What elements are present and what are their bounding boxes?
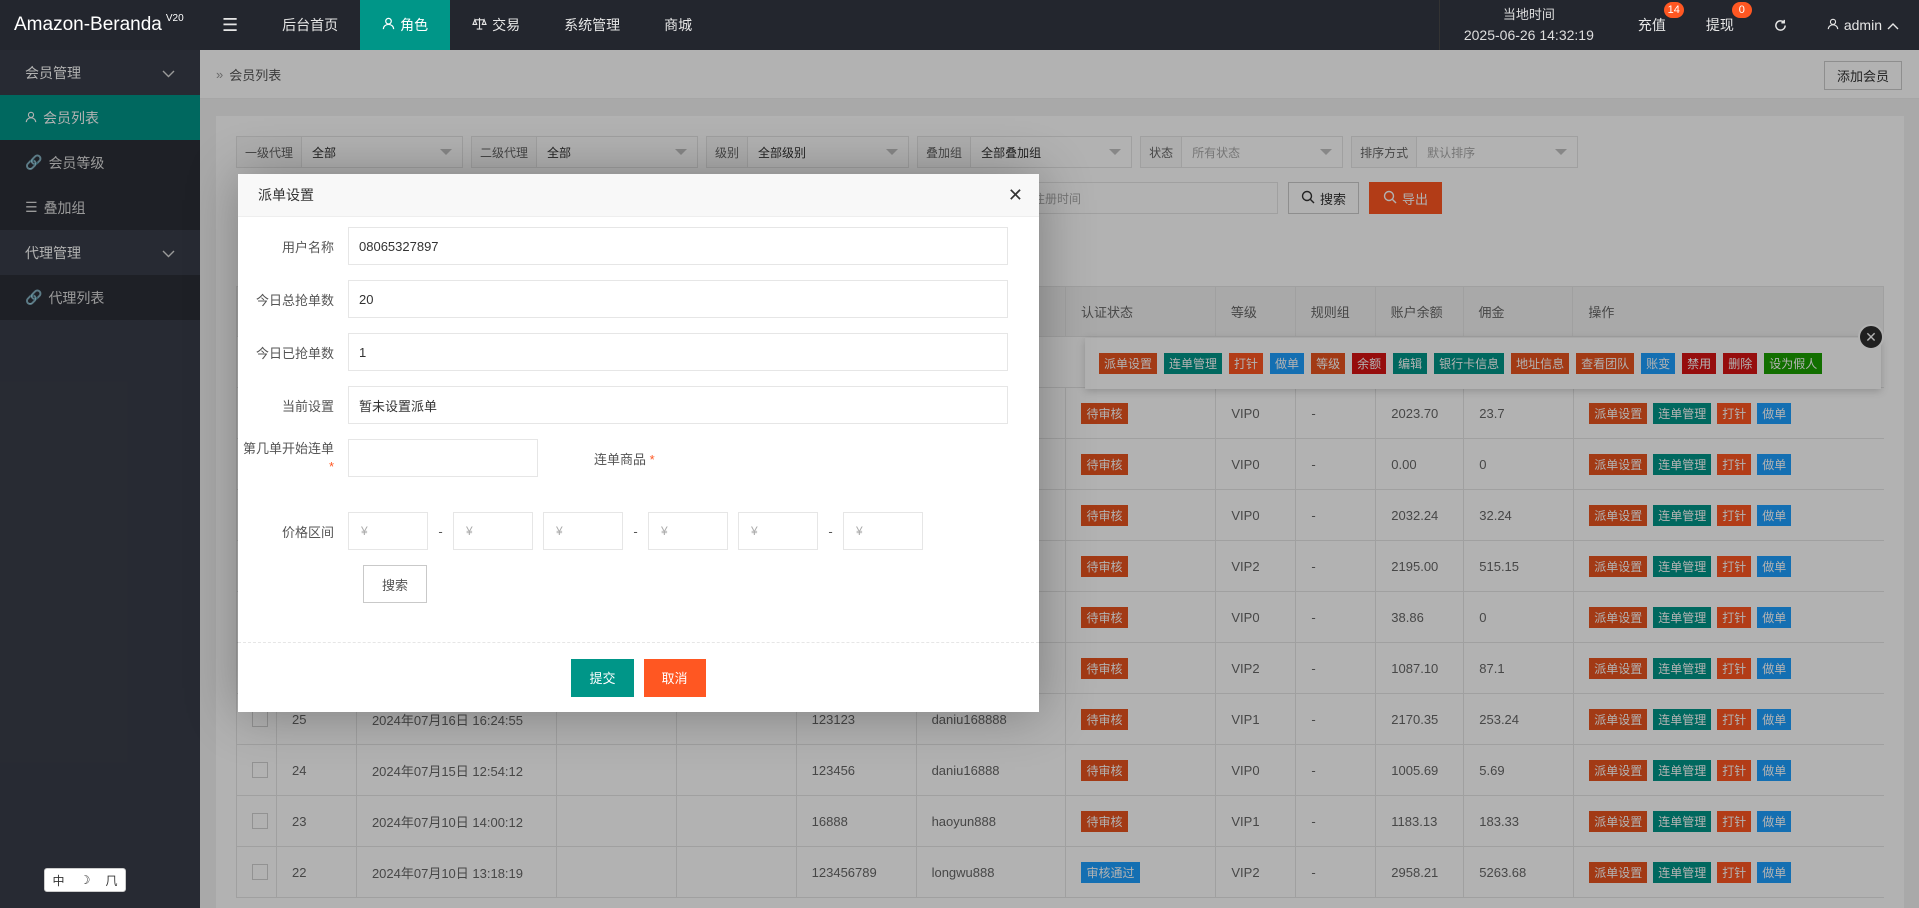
- username-field[interactable]: 08065327897: [348, 227, 1008, 265]
- app-logo[interactable]: Amazon-Beranda V20: [0, 0, 200, 50]
- dispatch-settings-modal: 派单设置 ✕ 用户名称 08065327897 今日总抢单数 20 今日已抢单数…: [238, 174, 1039, 712]
- app-version: V20: [165, 12, 184, 24]
- nav-system[interactable]: 系统管理: [542, 0, 642, 50]
- top-nav: ☰ 后台首页 角色 交易 系统管理 商城: [200, 0, 714, 50]
- withdraw-badge: 0: [1731, 2, 1752, 18]
- price-min-1[interactable]: ¥: [348, 512, 428, 550]
- modal-footer: 提交 取消: [238, 642, 1039, 712]
- today-done-field[interactable]: 1: [348, 333, 1008, 371]
- moon-icon[interactable]: ☽: [80, 873, 91, 887]
- submit-button[interactable]: 提交: [571, 658, 634, 697]
- user-icon: [1827, 17, 1839, 33]
- form-row-current: 当前设置 暂未设置派单: [238, 386, 1008, 424]
- chain-goods-label: 连单商品: [594, 451, 647, 467]
- form-row-search: 搜索: [363, 565, 428, 603]
- modal-title: 派单设置: [238, 174, 1039, 217]
- withdraw-button[interactable]: 提现 0: [1686, 0, 1754, 50]
- refresh-icon[interactable]: [1754, 0, 1807, 50]
- recharge-button[interactable]: 充值 14: [1618, 0, 1686, 50]
- nav-mall[interactable]: 商城: [642, 0, 714, 50]
- cancel-button[interactable]: 取消: [643, 658, 706, 697]
- recharge-badge: 14: [1663, 2, 1684, 18]
- header-right: 当地时间 2025-06-26 14:32:19 充值 14 提现 0 admi…: [1438, 0, 1919, 50]
- menu-toggle-icon[interactable]: ☰: [200, 0, 260, 50]
- chain-start-field[interactable]: [348, 439, 538, 477]
- nav-role[interactable]: 角色: [360, 0, 451, 50]
- nav-dashboard[interactable]: 后台首页: [260, 0, 360, 50]
- price-min-3[interactable]: ¥: [738, 512, 818, 550]
- price-max-2[interactable]: ¥: [648, 512, 728, 550]
- ime-toolbar[interactable]: 中 ☽ ⺇: [44, 868, 126, 892]
- form-row-done: 今日已抢单数 1: [238, 333, 1008, 371]
- close-icon[interactable]: ✕: [1008, 185, 1023, 206]
- price-min-2[interactable]: ¥: [543, 512, 623, 550]
- chevron-up-icon: [1887, 17, 1899, 33]
- form-row-username: 用户名称 08065327897: [238, 227, 1008, 265]
- form-row-price: 价格区间 ¥ - ¥ ¥ - ¥ ¥ - ¥: [238, 512, 923, 550]
- form-row-chain: 第几单开始连单* 连单商品 *: [238, 439, 655, 477]
- goods-search-button[interactable]: 搜索: [363, 565, 428, 603]
- ime-punct-icon[interactable]: ⺇: [105, 872, 117, 889]
- price-max-1[interactable]: ¥: [453, 512, 533, 550]
- form-row-total: 今日总抢单数 20: [238, 280, 1008, 318]
- today-total-field[interactable]: 20: [348, 280, 1008, 318]
- nav-trade[interactable]: 交易: [450, 0, 542, 50]
- scale-icon: [472, 17, 487, 33]
- local-time: 当地时间 2025-06-26 14:32:19: [1438, 0, 1618, 50]
- price-max-3[interactable]: ¥: [843, 512, 923, 550]
- top-header: Amazon-Beranda V20 ☰ 后台首页 角色 交易 系统管理 商城 当…: [0, 0, 1919, 50]
- user-icon: [382, 17, 395, 33]
- user-menu[interactable]: admin: [1807, 0, 1919, 50]
- current-setting-field[interactable]: 暂未设置派单: [348, 386, 1008, 424]
- ime-chinese-icon[interactable]: 中: [53, 872, 65, 889]
